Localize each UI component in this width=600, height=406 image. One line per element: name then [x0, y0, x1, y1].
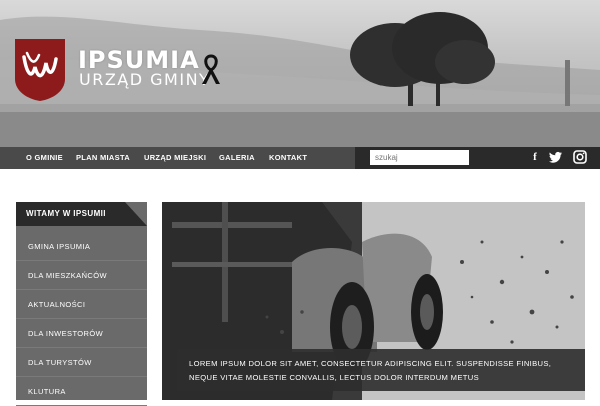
sidebar-item-dla-turystow[interactable]: DLA TURYSTÓW — [16, 348, 147, 377]
header-banner: IPSUMIA URZĄD GMINY — [0, 0, 600, 147]
caption-line-1: LOREM IPSUM DOLOR SIT AMET, CONSECTETUR … — [189, 359, 552, 368]
sidebar-menu: WITAMY W IPSUMII GMINA IPSUMIA DLA MIESZ… — [16, 202, 147, 406]
search-input[interactable] — [370, 150, 469, 165]
mourning-ribbon-icon — [202, 54, 220, 84]
main-navigation: O GMINIE PLAN MIASTA URZĄD MIEJSKI GALER… — [0, 147, 600, 169]
slider-caption: LOREM IPSUM DOLOR SIT AMET, CONSECTETUR … — [177, 349, 585, 391]
sidebar-header: WITAMY W IPSUMII — [16, 202, 147, 226]
nav-item-kontakt[interactable]: KONTAKT — [269, 147, 307, 169]
site-subtitle: URZĄD GMINY — [79, 70, 211, 89]
sidebar-item-dla-mieszkancow[interactable]: DLA MIESZKAŃCÓW — [16, 261, 147, 290]
nav-item-plan-miasta[interactable]: PLAN MIASTA — [76, 147, 130, 169]
caption-line-2: NEQUE VITAE MOLESTIE CONVALLIS, LECTUS D… — [189, 373, 479, 382]
sidebar-item-gmina-ipsumia[interactable]: GMINA IPSUMIA — [16, 232, 147, 261]
facebook-icon[interactable]: f — [528, 150, 542, 164]
sidebar-item-aktualnosci[interactable]: AKTUALNOŚCI — [16, 290, 147, 319]
nav-item-galeria[interactable]: GALERIA — [219, 147, 255, 169]
sidebar-item-dla-inwestorow[interactable]: DLA INWESTORÓW — [16, 319, 147, 348]
sidebar-title: WITAMY W IPSUMII — [26, 209, 106, 218]
nav-item-urzad-miejski[interactable]: URZĄD MIEJSKI — [144, 147, 206, 169]
logo-icon — [15, 39, 65, 101]
instagram-icon[interactable] — [573, 150, 587, 164]
sidebar-item-klutura[interactable]: KLUTURA — [16, 377, 147, 406]
hero-slider[interactable]: LOREM IPSUM DOLOR SIT AMET, CONSECTETUR … — [162, 202, 585, 400]
twitter-icon[interactable] — [549, 150, 563, 164]
nav-item-o-gminie[interactable]: O GMINIE — [26, 147, 63, 169]
